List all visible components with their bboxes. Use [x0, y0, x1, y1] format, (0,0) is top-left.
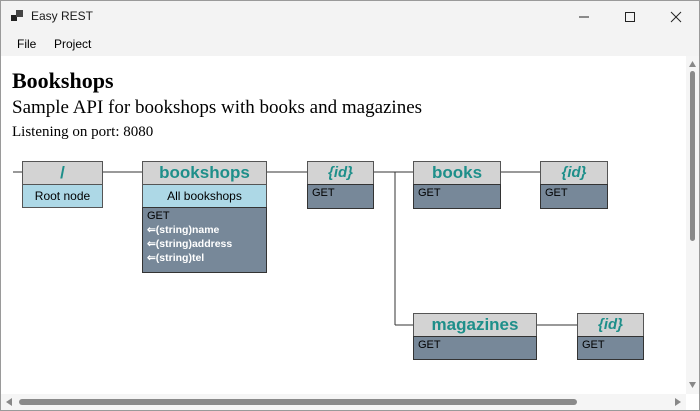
menu-file[interactable]: File: [17, 37, 36, 51]
maximize-button[interactable]: [607, 1, 653, 32]
method-get: GET: [147, 210, 170, 222]
node-magazines[interactable]: magazines GET: [413, 313, 537, 360]
node-magazine-id-label: {id}: [577, 313, 644, 337]
node-root[interactable]: / Root node: [22, 161, 103, 210]
menu-bar: File Project: [1, 32, 699, 56]
maximize-icon: [625, 11, 635, 22]
node-books[interactable]: books GET: [413, 161, 501, 209]
node-book-id-label: {id}: [540, 161, 608, 185]
horizontal-scrollbar[interactable]: [1, 394, 686, 410]
scroll-down-icon[interactable]: [689, 382, 696, 388]
title-bar[interactable]: Easy REST: [1, 1, 699, 32]
node-books-label: books: [413, 161, 501, 185]
app-icon: [11, 10, 23, 22]
vertical-scrollbar[interactable]: [686, 56, 699, 394]
node-root-description: Root node: [22, 184, 103, 208]
param-name: ⇐(string)name: [147, 224, 220, 236]
param-tel: ⇐(string)tel: [147, 252, 205, 264]
window-title: Easy REST: [31, 9, 94, 23]
minimize-icon: [579, 16, 589, 17]
node-magazines-method: GET: [413, 336, 537, 360]
node-bookshop-id-method: GET: [307, 184, 374, 209]
scroll-up-icon[interactable]: [689, 61, 696, 67]
node-magazine-id-method: GET: [577, 336, 644, 360]
minimize-button[interactable]: [561, 1, 607, 32]
node-book-id-method: GET: [540, 184, 608, 209]
close-button[interactable]: [653, 1, 699, 32]
scroll-left-icon[interactable]: [6, 398, 12, 406]
node-bookshops-description: All bookshops: [142, 184, 267, 208]
node-bookshop-id[interactable]: {id} GET: [307, 161, 374, 209]
node-bookshops[interactable]: bookshops All bookshops GET ⇐(string)nam…: [142, 161, 267, 273]
app-window: Easy REST File Project Bookshops Sample …: [0, 0, 700, 411]
node-bookshops-methods: GET ⇐(string)name ⇐(string)address ⇐(str…: [142, 207, 267, 273]
node-book-id[interactable]: {id} GET: [540, 161, 608, 209]
menu-project[interactable]: Project: [54, 37, 91, 51]
node-books-method: GET: [413, 184, 501, 209]
content-area: Bookshops Sample API for bookshops with …: [1, 56, 686, 394]
node-bookshop-id-label: {id}: [307, 161, 374, 185]
close-icon: [670, 11, 682, 22]
node-magazines-label: magazines: [413, 313, 537, 337]
node-root-label: /: [22, 161, 103, 185]
node-bookshops-label: bookshops: [142, 161, 267, 185]
node-magazine-id[interactable]: {id} GET: [577, 313, 644, 360]
vertical-scroll-thumb[interactable]: [690, 71, 695, 241]
param-address: ⇐(string)address: [147, 238, 233, 250]
scroll-right-icon[interactable]: [675, 398, 681, 406]
horizontal-scroll-thumb[interactable]: [19, 399, 577, 405]
